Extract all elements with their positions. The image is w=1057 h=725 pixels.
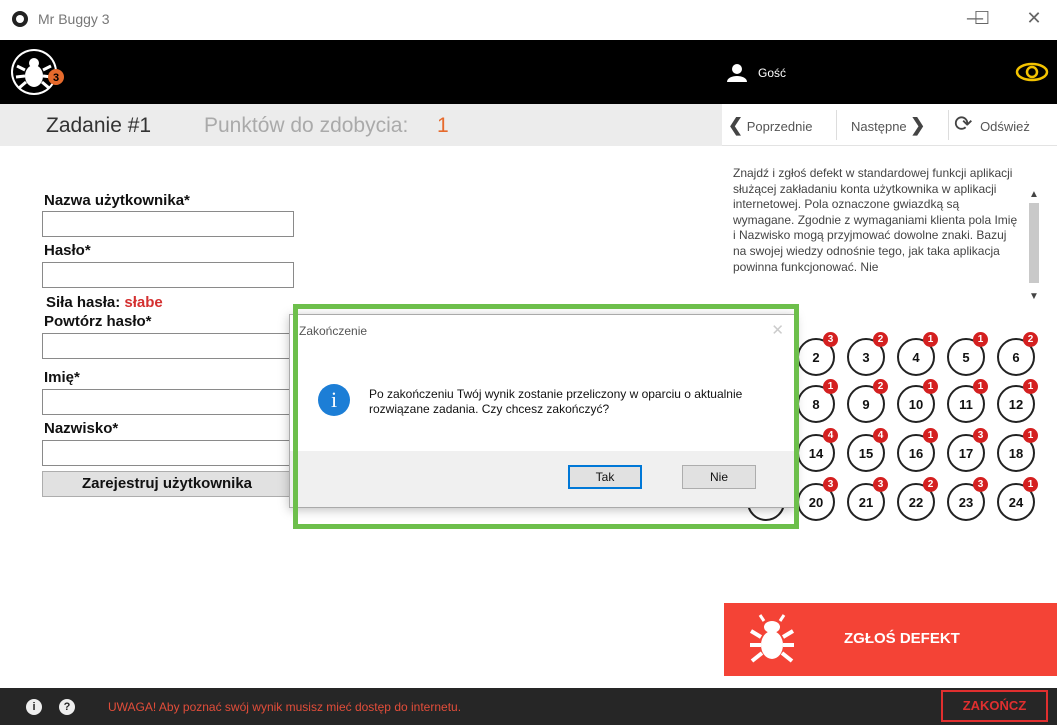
divider (836, 110, 837, 140)
task-badge: 1 (923, 332, 938, 347)
strength-row: Siła hasła: słabe (46, 294, 163, 311)
task-badge: 1 (923, 428, 938, 443)
task-badge: 2 (873, 379, 888, 394)
task-badge: 1 (823, 379, 838, 394)
report-defect-label: ZGŁOŚ DEFEKT (844, 630, 960, 647)
confirm-dialog: Zakończenie ✕ i Po zakończeniu Twój wyni… (289, 314, 795, 508)
scroll-down-icon[interactable]: ▼ (1027, 291, 1041, 302)
task-badge: 3 (873, 477, 888, 492)
task-badge: 2 (873, 332, 888, 347)
task-badge: 3 (823, 477, 838, 492)
username-label: Nazwa użytkownika* (44, 192, 190, 209)
help-icon[interactable]: ? (59, 699, 75, 715)
finish-button[interactable]: ZAKOŃCZ (941, 690, 1048, 722)
task-header: Zadanie #1 Punktów do zdobycia: 1 (0, 104, 722, 146)
chevron-left-icon: ❮ (728, 115, 744, 135)
task-badge: 4 (823, 428, 838, 443)
lastname-input[interactable] (42, 440, 294, 466)
prev-label: Poprzednie (746, 119, 813, 134)
scroll-up-icon[interactable]: ▲ (1027, 189, 1041, 200)
footer: i ? UWAGA! Aby poznać swój wynik musisz … (0, 688, 1057, 725)
firstname-input[interactable] (42, 389, 294, 415)
strength-value: słabe (124, 294, 163, 311)
refresh-button[interactable]: ⟳ Odśwież (954, 104, 1030, 146)
refresh-icon: ⟳ (954, 112, 973, 137)
dialog-title: Zakończenie (299, 324, 368, 338)
maximize-button[interactable]: ☐ (966, 6, 998, 32)
register-button[interactable]: Zarejestruj użytkownika (42, 471, 292, 497)
task-badge: 4 (873, 428, 888, 443)
app-header: 3 Gość (0, 40, 1057, 104)
task-title: Zadanie #1 (46, 114, 152, 137)
window-title: Mr Buggy 3 (38, 11, 110, 27)
task-badge: 1 (1023, 379, 1038, 394)
task-badge: 3 (823, 332, 838, 347)
task-badge: 3 (973, 428, 988, 443)
repeat-password-input[interactable] (42, 333, 294, 359)
password-label: Hasło* (44, 242, 91, 259)
dialog-message: Po zakończeniu Twój wynik zostanie przel… (369, 387, 743, 416)
no-button[interactable]: Nie (682, 465, 756, 489)
chevron-right-icon: ❯ (910, 115, 926, 135)
info-icon: i (318, 384, 350, 416)
task-badge: 2 (923, 477, 938, 492)
task-badge: 1 (1023, 477, 1038, 492)
bug-icon (749, 614, 795, 663)
points-value: 1 (437, 114, 449, 137)
task-description: Znajdź i zgłoś defekt w standardowej fun… (733, 166, 1018, 274)
report-defect-button[interactable]: ZGŁOŚ DEFEKT (724, 603, 1057, 676)
scroll-thumb[interactable] (1029, 203, 1039, 283)
next-button[interactable]: Następne ❯ (851, 104, 925, 146)
dialog-close-icon[interactable]: ✕ (771, 321, 784, 339)
yes-button[interactable]: Tak (568, 465, 642, 489)
strength-label: Siła hasła: (46, 294, 121, 311)
task-navigation: ❮ Poprzednie Następne ❯ ⟳ Odśwież (722, 104, 1057, 146)
task-badge: 1 (923, 379, 938, 394)
task-badge: 1 (1023, 428, 1038, 443)
next-label: Następne (851, 119, 907, 134)
password-input[interactable] (42, 262, 294, 288)
task-badge: 1 (973, 332, 988, 347)
task-badge: 2 (1023, 332, 1038, 347)
task-badge: 1 (973, 379, 988, 394)
username-input[interactable] (42, 211, 294, 237)
lastname-label: Nazwisko* (44, 420, 119, 437)
description-scrollbar[interactable]: ▲ ▼ (1027, 189, 1041, 313)
eye-icon[interactable] (1015, 62, 1049, 82)
user-icon (727, 64, 747, 82)
app-window: Mr Buggy 3 — ☐ ✕ 3 Gość Zadanie #1 Punkt… (0, 0, 1057, 725)
points-label: Punktów do zdobycia: (204, 114, 409, 137)
prev-button[interactable]: ❮ Poprzednie (728, 104, 813, 146)
refresh-label: Odśwież (980, 119, 1030, 134)
title-bar: Mr Buggy 3 — ☐ ✕ (0, 0, 1057, 40)
user-name[interactable]: Gość (758, 66, 786, 80)
divider (948, 110, 949, 140)
bug-logo-icon[interactable]: 3 (10, 44, 66, 100)
close-button[interactable]: ✕ (1018, 6, 1050, 32)
dialog-footer: Tak Nie (290, 451, 794, 507)
firstname-label: Imię* (44, 369, 80, 386)
internet-warning: UWAGA! Aby poznać swój wynik musisz mieć… (108, 700, 462, 714)
logo-badge: 3 (53, 72, 59, 84)
info-icon[interactable]: i (26, 699, 42, 715)
repeat-password-label: Powtórz hasło* (44, 313, 152, 330)
app-icon (12, 11, 28, 27)
task-badge: 3 (973, 477, 988, 492)
